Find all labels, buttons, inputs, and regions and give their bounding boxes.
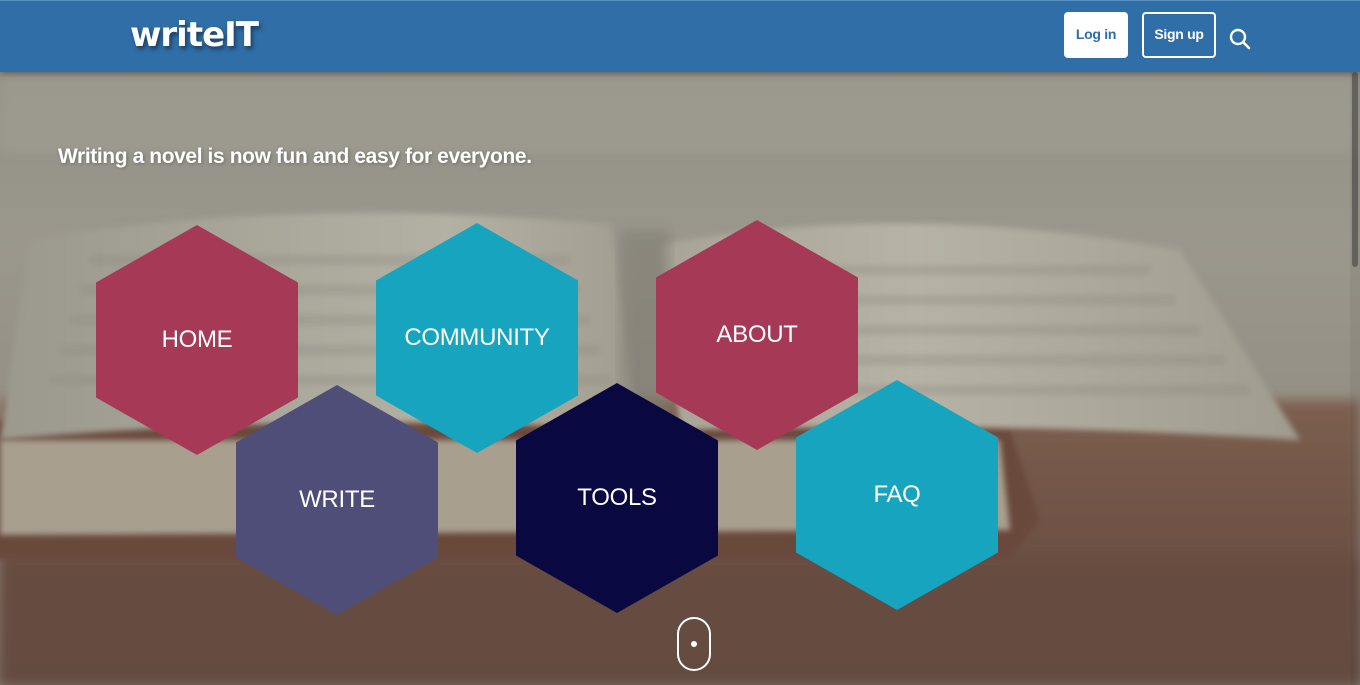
top-navbar: writeIT Log in Sign up xyxy=(0,0,1360,72)
mouse-scroll-icon[interactable] xyxy=(677,617,711,671)
signup-button[interactable]: Sign up xyxy=(1142,12,1216,58)
nav-hexagon-label: COMMUNITY xyxy=(404,324,550,351)
nav-hexagon-label: HOME xyxy=(161,326,233,353)
scrollbar-thumb[interactable] xyxy=(1352,72,1358,267)
hero-tagline: Writing a novel is now fun and easy for … xyxy=(58,145,532,168)
login-button[interactable]: Log in xyxy=(1064,12,1128,58)
nav-hexagon-label: WRITE xyxy=(299,486,375,513)
nav-hexagon-label: FAQ xyxy=(873,481,921,508)
scroll-dot xyxy=(691,641,697,647)
page: writeIT Log in Sign up Writing a novel i… xyxy=(0,0,1360,685)
page-scrollbar[interactable] xyxy=(1350,72,1360,685)
site-logo[interactable]: writeIT xyxy=(130,14,259,56)
nav-hexagon-label: ABOUT xyxy=(716,321,798,348)
search-icon[interactable] xyxy=(1228,27,1252,51)
nav-hexagon-label: TOOLS xyxy=(577,484,657,511)
